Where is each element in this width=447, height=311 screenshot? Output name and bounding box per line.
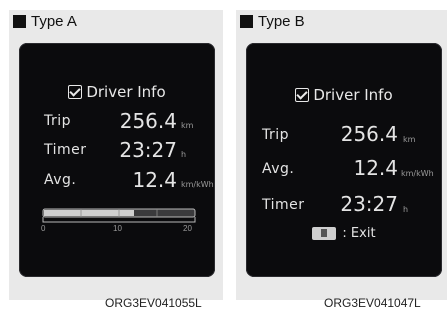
timer-unit: h xyxy=(403,205,409,214)
panel-header-b: Type B xyxy=(240,11,305,31)
avg-label: Avg. xyxy=(262,161,295,177)
efficiency-gauge: 0 10 20 xyxy=(41,203,197,233)
panel-header-label: Type A xyxy=(31,12,77,30)
trip-unit: km xyxy=(403,135,416,144)
panel-type-b: Type B Driver Info Trip 256.4 km Avg. 12… xyxy=(236,10,447,310)
row-trip: Trip 256.4 km xyxy=(19,109,215,133)
trip-label: Trip xyxy=(262,127,290,143)
exit-hint: : Exit xyxy=(246,226,442,241)
avg-value: 12.4 xyxy=(353,156,398,180)
avg-unit: km/kWh xyxy=(181,180,214,189)
cluster-screen-b: Driver Info Trip 256.4 km Avg. 12.4 km/k… xyxy=(246,43,442,277)
gauge-tick-0: 0 xyxy=(41,224,46,233)
gauge-fill xyxy=(44,210,134,216)
avg-label: Avg. xyxy=(44,172,77,188)
figure-caption-b: ORG3EV041047L xyxy=(324,296,421,310)
row-timer: Timer 23:27 h xyxy=(19,138,215,162)
panel-type-a: Type A Driver Info Trip 256.4 km Timer 2… xyxy=(9,10,223,310)
driver-info-label: Driver Info xyxy=(313,86,393,104)
row-avg: Avg. 12.4 km/kWh xyxy=(246,156,442,182)
panel-header-label: Type B xyxy=(258,12,305,30)
timer-unit: h xyxy=(181,150,187,159)
trip-label: Trip xyxy=(44,113,72,129)
checkbox-icon xyxy=(68,85,83,99)
row-timer: Timer 23:27 h xyxy=(246,192,442,218)
trip-value: 256.4 xyxy=(340,122,398,146)
gauge-bar xyxy=(42,208,196,223)
avg-value: 12.4 xyxy=(132,168,177,192)
timer-label: Timer xyxy=(44,142,87,158)
trip-unit: km xyxy=(181,121,194,130)
square-bullet-icon xyxy=(240,14,253,28)
driver-info-label: Driver Info xyxy=(86,83,166,101)
square-bullet-icon xyxy=(13,14,26,28)
row-avg: Avg. 12.4 km/kWh xyxy=(19,168,215,192)
exit-label: : Exit xyxy=(342,226,376,241)
cluster-screen-a: Driver Info Trip 256.4 km Timer 23:27 h … xyxy=(19,43,215,277)
avg-unit: km/kWh xyxy=(401,169,434,178)
timer-label: Timer xyxy=(262,197,305,213)
driver-info-title: Driver Info xyxy=(246,86,442,104)
panel-header-a: Type A xyxy=(13,11,77,31)
button-icon xyxy=(312,227,337,240)
timer-value: 23:27 xyxy=(340,192,398,216)
gauge-tick-20: 20 xyxy=(183,224,192,233)
driver-info-title: Driver Info xyxy=(19,83,215,101)
figure-caption-a: ORG3EV041055L xyxy=(105,296,202,310)
timer-value: 23:27 xyxy=(119,138,177,162)
row-trip: Trip 256.4 km xyxy=(246,122,442,148)
trip-value: 256.4 xyxy=(119,109,177,133)
gauge-tick-10: 10 xyxy=(113,224,122,233)
checkbox-icon xyxy=(295,88,310,102)
